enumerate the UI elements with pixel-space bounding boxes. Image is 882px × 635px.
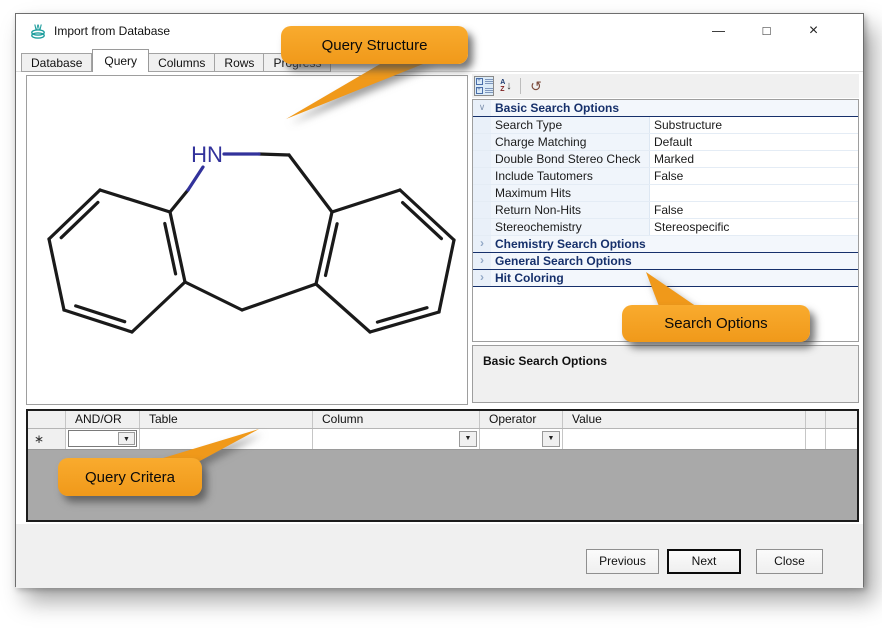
property-name: Double Bond Stereo Check xyxy=(491,151,650,167)
svg-text:HN: HN xyxy=(191,142,223,167)
property-group-label: Chemistry Search Options xyxy=(491,236,646,252)
screenshot-stage: W Import from Database — □ × DatabaseQue… xyxy=(0,0,882,635)
chevron-down-icon[interactable]: ∨ xyxy=(473,100,491,116)
property-name: Include Tautomers xyxy=(491,168,650,184)
reset-icon[interactable]: ↺ xyxy=(526,76,546,96)
property-value[interactable]: Substructure xyxy=(650,117,858,133)
tab-rows[interactable]: Rows xyxy=(215,53,264,72)
property-value[interactable]: False xyxy=(650,168,858,184)
previous-button[interactable]: Previous xyxy=(586,549,659,574)
property-name: Stereochemistry xyxy=(491,219,650,235)
property-value[interactable]: Stereospecific xyxy=(650,219,858,235)
query-criteria-callout: Query Critera xyxy=(58,458,202,496)
option-description-box: Basic Search Options xyxy=(472,345,859,403)
toolbar-separator xyxy=(520,78,521,94)
options-toolbar: + + A Z ↓ ↺ xyxy=(472,74,859,98)
column-header-blank xyxy=(806,411,826,428)
property-row[interactable]: Maximum Hits xyxy=(473,185,858,202)
property-row[interactable]: Return Non-HitsFalse xyxy=(473,202,858,219)
property-row[interactable]: Double Bond Stereo CheckMarked xyxy=(473,151,858,168)
property-name: Return Non-Hits xyxy=(491,202,650,218)
next-button[interactable]: Next xyxy=(667,549,741,574)
column-header-and-or: AND/OR xyxy=(66,411,140,428)
column-header-column: Column xyxy=(313,411,480,428)
property-row[interactable]: Search TypeSubstructure xyxy=(473,117,858,134)
property-value[interactable]: Default xyxy=(650,134,858,150)
property-name: Search Type xyxy=(491,117,650,133)
chevron-right-icon[interactable]: › xyxy=(473,236,491,252)
andor-cell[interactable]: ▼ xyxy=(66,429,140,449)
andor-combo[interactable]: ▼ xyxy=(68,430,137,447)
property-group-basic-search-options[interactable]: ∨Basic Search Options xyxy=(473,100,858,117)
property-group-chemistry-search-options[interactable]: ›Chemistry Search Options xyxy=(473,236,858,253)
chevron-right-icon[interactable]: › xyxy=(473,253,491,269)
query-structure-callout: Query Structure xyxy=(281,26,468,64)
property-group-label: General Search Options xyxy=(491,253,632,269)
property-value[interactable]: False xyxy=(650,202,858,218)
tab-query[interactable]: Query xyxy=(92,49,149,72)
close-button[interactable]: Close xyxy=(756,549,823,574)
column-header-operator: Operator xyxy=(480,411,563,428)
app-icon: W xyxy=(30,23,47,40)
extra-cell[interactable] xyxy=(806,429,826,449)
value-cell[interactable] xyxy=(563,429,806,449)
property-name: Maximum Hits xyxy=(491,185,650,201)
minimize-icon[interactable]: — xyxy=(696,14,741,47)
property-name: Charge Matching xyxy=(491,134,650,150)
row-selector-cell[interactable]: ∗ xyxy=(28,429,66,449)
property-row[interactable]: Charge MatchingDefault xyxy=(473,134,858,151)
column-header-blank xyxy=(28,411,66,428)
chevron-down-icon[interactable]: ▼ xyxy=(118,432,135,445)
sort-az-icon[interactable]: A Z ↓ xyxy=(496,76,516,96)
property-group-label: Hit Coloring xyxy=(491,270,564,286)
property-group-label: Basic Search Options xyxy=(491,100,619,116)
property-value[interactable]: Marked xyxy=(650,151,858,167)
property-row[interactable]: StereochemistryStereospecific xyxy=(473,219,858,236)
chevron-right-icon[interactable]: › xyxy=(473,270,491,286)
categorized-icon[interactable]: + + xyxy=(474,76,494,96)
property-grid-rows: ∨Basic Search OptionsSearch TypeSubstruc… xyxy=(473,100,858,287)
column-cell[interactable]: ▼ xyxy=(313,429,480,449)
close-icon[interactable]: × xyxy=(791,14,836,47)
chevron-down-icon[interactable]: ▼ xyxy=(459,431,477,447)
window-title: Import from Database xyxy=(54,14,170,48)
tab-database[interactable]: Database xyxy=(21,53,92,72)
chevron-down-icon[interactable]: ▼ xyxy=(542,431,560,447)
svg-text:W: W xyxy=(34,24,42,33)
filler-cell[interactable] xyxy=(826,429,857,449)
search-options-callout: Search Options xyxy=(622,305,810,342)
tab-columns[interactable]: Columns xyxy=(149,53,215,72)
operator-cell[interactable]: ▼ xyxy=(480,429,563,449)
property-value[interactable] xyxy=(650,185,858,201)
property-row[interactable]: Include TautomersFalse xyxy=(473,168,858,185)
maximize-icon[interactable]: □ xyxy=(744,14,789,47)
column-header-value: Value xyxy=(563,411,806,428)
